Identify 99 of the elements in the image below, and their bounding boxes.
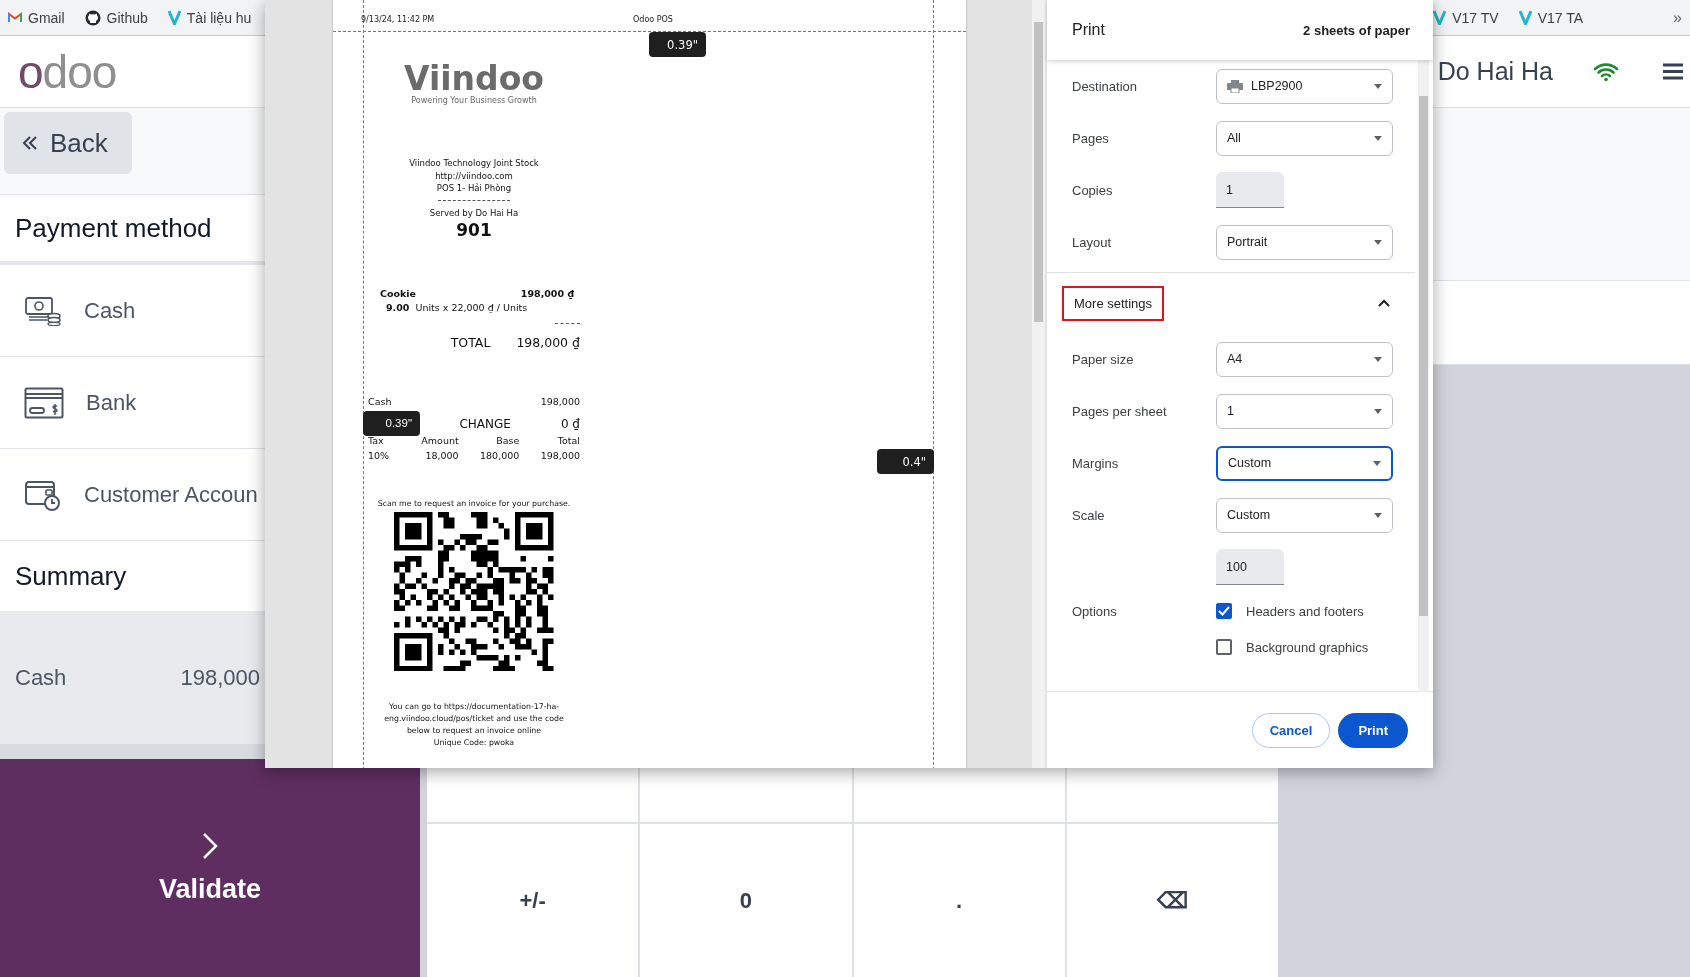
v-logo-icon [1518, 10, 1532, 25]
select-field[interactable]: Custom [1216, 445, 1393, 481]
checkbox[interactable] [1216, 639, 1232, 655]
select-field[interactable]: A4 [1216, 341, 1393, 377]
select-field[interactable]: 1 [1216, 393, 1393, 429]
menu-icon[interactable] [1663, 63, 1683, 80]
payment-method-label: Bank [86, 389, 137, 416]
margin-label[interactable]: 0.4" [877, 449, 934, 474]
setting-label: Pages [1072, 130, 1110, 146]
github-icon [84, 9, 101, 26]
checkbox[interactable] [1216, 603, 1232, 619]
caret-icon [1374, 512, 1382, 518]
payment-method-label: Cash [84, 297, 136, 324]
tax-cell-text: 10% [368, 449, 391, 461]
print-button[interactable]: Print [1338, 712, 1408, 748]
scrollbar[interactable] [1418, 60, 1429, 692]
company-line: Viindoo Technology Joint Stock [409, 157, 539, 170]
keypad-key[interactable]: . [853, 824, 1065, 977]
printer-icon [1227, 79, 1243, 93]
v-logo-icon [167, 10, 181, 25]
select-field[interactable]: Custom [1216, 497, 1393, 533]
bookmark-link[interactable]: Tài liệu hu [186, 9, 252, 26]
keypad-key[interactable]: +/- [427, 824, 639, 977]
section-title: Summary [15, 560, 127, 592]
bookmark-link[interactable]: Github [106, 9, 148, 26]
tax-header: Total [556, 434, 580, 446]
change-label: CHANGE [459, 416, 511, 431]
chevron-up-icon[interactable] [1378, 299, 1390, 307]
setting-label: Pages per sheet [1072, 403, 1168, 419]
card-icon [24, 386, 64, 419]
payment-amount: 198,000 [540, 395, 580, 407]
logo-tagline: Powering Your Business Growth [411, 96, 537, 105]
scrollbar[interactable] [1032, 0, 1045, 768]
tax-header: Tax [368, 434, 385, 446]
back-button[interactable]: Back [4, 112, 132, 174]
validate-button[interactable]: Validate [0, 759, 420, 977]
setting-label: Paper size [1072, 351, 1135, 367]
checkbox-label[interactable]: Background graphics [1246, 639, 1369, 655]
served-by: Served by Do Hai Ha [429, 207, 519, 218]
page-header-date: 9/13/24, 11:42 PM [361, 15, 435, 24]
tax-cell-text: 198,000 [539, 449, 580, 461]
more-bookmarks-button[interactable]: » [1673, 8, 1682, 27]
app-logo: odoo [18, 44, 117, 99]
line-price: 198,000 ₫ [520, 287, 574, 299]
select-field[interactable]: All [1216, 120, 1393, 156]
dialog-title: Print [1072, 21, 1105, 39]
page-header-title: Odoo POS [633, 15, 673, 24]
caret-icon [1374, 408, 1382, 414]
cash-icon [24, 295, 62, 326]
setting-label: Copies [1072, 182, 1114, 198]
company-line: http://viindoo.com [435, 169, 513, 182]
keypad-key[interactable]: ⌫ [1066, 824, 1278, 977]
tax-cell-text: 18,000 [424, 449, 459, 461]
user-name[interactable]: Do Hai Ha [1437, 57, 1553, 86]
section-title: Payment method [15, 212, 212, 244]
tax-cell-text: 180,000 [479, 449, 520, 461]
sheet-count: 2 sheets of paper [1303, 22, 1410, 38]
line-quantity: 9.00 [386, 301, 410, 313]
summary-amount: 198,000 [180, 664, 260, 691]
margin-label[interactable]: 0.39" [363, 410, 420, 436]
double-chevron-left-icon [22, 135, 38, 151]
margin-label[interactable]: 0.39" [649, 32, 706, 57]
select-field[interactable]: Portrait [1216, 224, 1393, 260]
keypad-key[interactable]: 0 [640, 824, 852, 977]
payment-method-label: Customer Accoun [84, 481, 258, 508]
number-field[interactable]: 100 [1216, 549, 1284, 585]
caret-icon [1374, 83, 1382, 89]
v-logo-icon [1433, 10, 1447, 25]
product-name: Cookie [380, 287, 417, 299]
number-field[interactable]: 1 [1216, 172, 1284, 208]
company-line: POS 1- Hải Phòng [436, 182, 512, 195]
total-value: 198,000 ₫ [516, 334, 580, 350]
setting-label: Destination [1072, 78, 1139, 94]
cancel-button[interactable]: Cancel [1251, 712, 1331, 748]
more-settings-toggle[interactable]: More settings [1062, 285, 1165, 321]
caret-icon [1374, 239, 1382, 245]
bookmark-link[interactable]: V17 TV [1452, 9, 1499, 26]
order-number: 901 [456, 219, 492, 240]
chevron-right-icon [202, 831, 218, 860]
bookmark-link[interactable]: Gmail [28, 9, 65, 26]
destination-select[interactable]: LBP2900 [1216, 68, 1393, 104]
setting-label: Margins [1072, 455, 1120, 471]
setting-label: Layout [1072, 234, 1113, 250]
setting-label: Options [1072, 603, 1117, 619]
wifi-icon [1593, 61, 1619, 82]
change-value: 0 ₫ [560, 416, 580, 431]
caret-icon [1373, 460, 1381, 466]
checkbox-label[interactable]: Headers and footers [1246, 603, 1364, 619]
total-label: TOTAL [450, 334, 491, 350]
caret-icon [1374, 135, 1382, 141]
tax-header: Base [495, 434, 520, 446]
payment-method: Cash [368, 395, 392, 407]
company-logo: Viindoo [403, 62, 544, 95]
mail-icon [8, 12, 22, 23]
setting-label: Scale [1072, 507, 1106, 523]
tax-header: Amount [420, 434, 459, 446]
caret-icon [1374, 356, 1382, 362]
bookmark-link[interactable]: V17 TA [1537, 9, 1584, 26]
summary-method: Cash [15, 664, 67, 691]
